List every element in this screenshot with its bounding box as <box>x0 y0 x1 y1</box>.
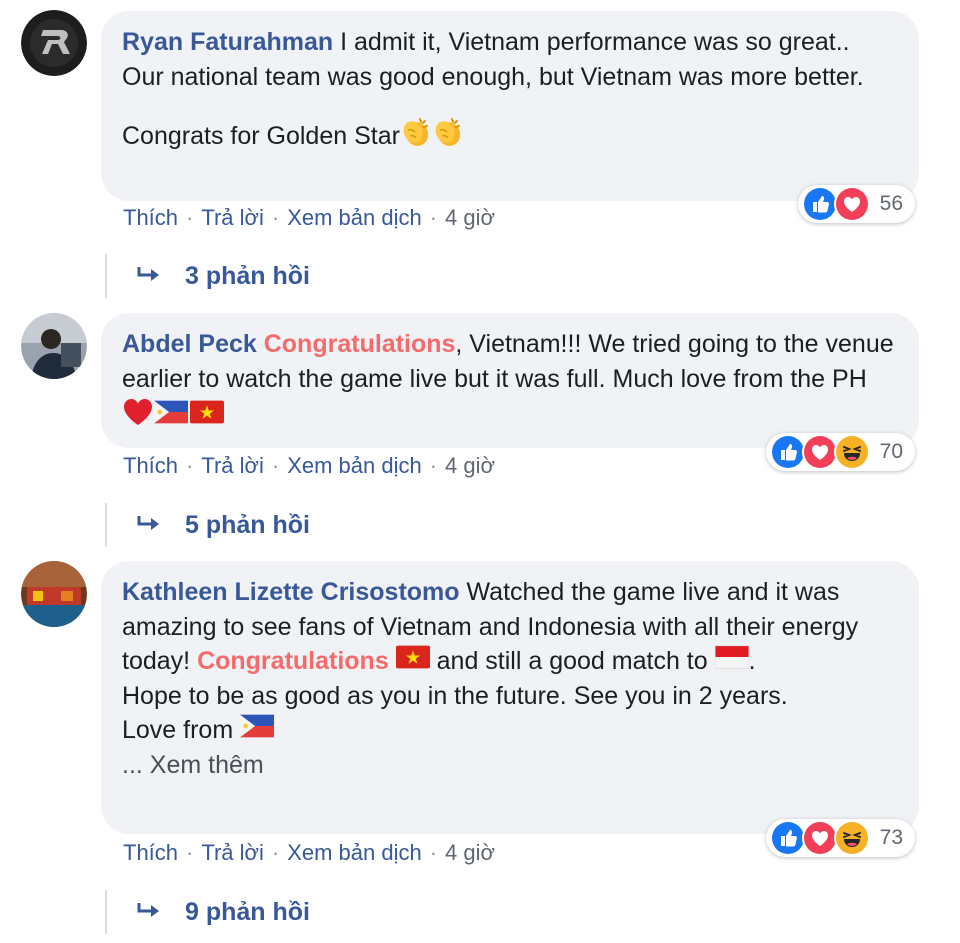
reply-arrow-icon <box>135 901 163 923</box>
reaction-count: 70 <box>879 440 903 463</box>
see-more-row: ... Xem thêm <box>122 748 897 783</box>
avatar[interactable] <box>21 10 87 76</box>
like-reaction-icon <box>801 186 838 222</box>
indonesia-flag-icon <box>715 645 749 669</box>
vietnam-flag-icon <box>190 400 224 424</box>
timestamp[interactable]: 4 giờ <box>445 205 495 230</box>
red-heart-emoji-icon <box>122 396 154 428</box>
comment-bubble: Abdel Peck Congratulations, Vietnam!!! W… <box>101 313 919 448</box>
view-replies-link[interactable]: 3 phản hồi <box>105 254 310 298</box>
separator: · <box>429 840 438 865</box>
comment-author-link[interactable]: Kathleen Lizette Crisostomo <box>122 578 460 606</box>
reply-arrow-icon <box>135 265 163 287</box>
avatar[interactable] <box>21 313 87 379</box>
view-replies-link[interactable]: 9 phản hồi <box>105 890 310 934</box>
avatar[interactable] <box>21 561 87 627</box>
reaction-count: 73 <box>879 826 903 849</box>
translate-link[interactable]: Xem bản dịch <box>287 840 422 865</box>
vietnam-flag-icon <box>396 645 430 669</box>
separator: · <box>271 205 280 230</box>
replies-count-label: 9 phản hồi <box>185 897 310 926</box>
replies-count-label: 5 phản hồi <box>185 510 310 539</box>
user-avatar-photo-icon <box>21 561 87 627</box>
comment-text: Abdel Peck Congratulations, Vietnam!!! W… <box>122 327 897 434</box>
view-replies-link[interactable]: 5 phản hồi <box>105 503 310 547</box>
philippines-flag-icon <box>240 714 274 738</box>
reply-link[interactable]: Trả lời <box>201 205 264 230</box>
comment-text-2: Congrats for Golden Star <box>122 116 897 154</box>
timestamp[interactable]: 4 giờ <box>445 840 495 865</box>
comment-text: Ryan Faturahman I admit it, Vietnam perf… <box>122 25 897 94</box>
clapping-hands-emoji-icon <box>400 116 432 148</box>
separator: · <box>429 453 438 478</box>
like-link[interactable]: Thích <box>123 840 178 865</box>
reaction-count: 56 <box>879 192 903 215</box>
like-link[interactable]: Thích <box>123 205 178 230</box>
reply-link[interactable]: Trả lời <box>201 840 264 865</box>
comment-actions: Thích · Trả lời · Xem bản dịch · 4 giờ <box>123 205 495 231</box>
like-link[interactable]: Thích <box>123 453 178 478</box>
reactions-summary[interactable]: 70 <box>765 433 915 471</box>
comment-author-link[interactable]: Abdel Peck <box>122 330 257 358</box>
comment-text-2: Hope to be as good as you in the future.… <box>122 679 897 714</box>
comment-body-end: . <box>748 647 756 675</box>
comment-text: Kathleen Lizette Crisostomo Watched the … <box>122 575 897 679</box>
comment-actions: Thích · Trả lời · Xem bản dịch · 4 giờ <box>123 840 495 866</box>
comment-bubble: Ryan Faturahman I admit it, Vietnam perf… <box>101 11 919 201</box>
reply-arrow-icon <box>135 514 163 536</box>
highlighted-keyword[interactable]: Congratulations <box>197 647 389 675</box>
like-reaction-icon <box>769 434 806 470</box>
separator: · <box>186 453 194 478</box>
philippines-flag-icon <box>154 400 188 424</box>
timestamp[interactable]: 4 giờ <box>445 453 495 478</box>
reactions-summary[interactable]: 73 <box>765 819 915 857</box>
comment-body-cont: and still a good match to <box>436 647 708 675</box>
user-avatar-logo-icon <box>21 10 87 76</box>
comment-text-3: Love from <box>122 713 897 748</box>
translate-link[interactable]: Xem bản dịch <box>287 453 422 478</box>
separator: · <box>429 205 438 230</box>
comment-actions: Thích · Trả lời · Xem bản dịch · 4 giờ <box>123 453 495 479</box>
separator: · <box>271 453 280 478</box>
reactions-summary[interactable]: 56 <box>797 185 915 223</box>
comment-bubble: Kathleen Lizette Crisostomo Watched the … <box>101 561 919 834</box>
clapping-hands-emoji-icon <box>432 116 464 148</box>
replies-count-label: 3 phản hồi <box>185 261 310 290</box>
haha-reaction-icon <box>833 820 870 856</box>
user-avatar-photo-icon <box>21 313 87 379</box>
comment-author-link[interactable]: Ryan Faturahman <box>122 28 333 56</box>
love-reaction-icon <box>801 434 838 470</box>
like-reaction-icon <box>769 820 806 856</box>
translate-link[interactable]: Xem bản dịch <box>287 205 422 230</box>
separator: · <box>186 840 194 865</box>
comment-body-3: Love from <box>122 716 234 744</box>
separator: · <box>186 205 194 230</box>
love-reaction-icon <box>801 820 838 856</box>
separator: · <box>271 840 280 865</box>
comment-body-2: Hope to be as good as you in the future.… <box>122 681 788 710</box>
haha-reaction-icon <box>833 434 870 470</box>
see-more-link[interactable]: ... Xem thêm <box>122 751 264 779</box>
highlighted-keyword[interactable]: Congratulations <box>264 330 456 358</box>
comment-body-2: Congrats for Golden Star <box>122 122 400 150</box>
love-reaction-icon <box>833 186 870 222</box>
reply-link[interactable]: Trả lời <box>201 453 264 478</box>
